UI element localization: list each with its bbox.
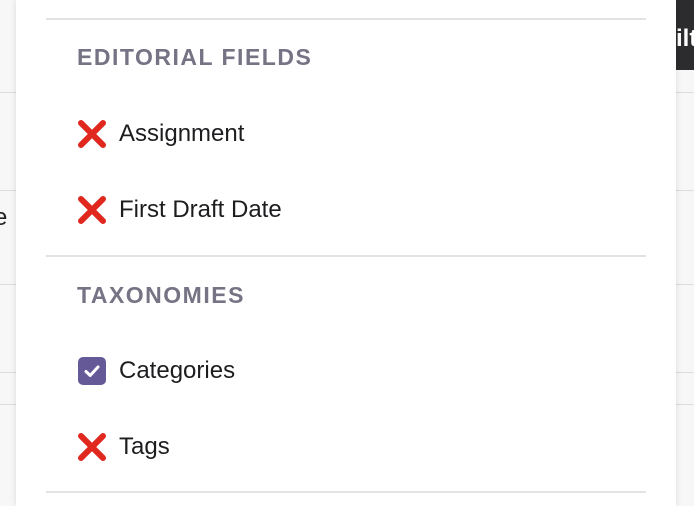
background-right-fragment: ilt xyxy=(676,0,694,506)
background-filter-button-label: ilt xyxy=(676,25,694,52)
red-cross-icon xyxy=(76,431,108,463)
checkbox-checked-icon xyxy=(76,355,108,387)
divider xyxy=(46,18,646,20)
background-filter-button[interactable]: ilt xyxy=(676,0,694,70)
background-text-fragment: e xyxy=(0,204,8,231)
option-label: Categories xyxy=(119,357,236,384)
red-cross-icon xyxy=(76,194,108,226)
option-label: First Draft Date xyxy=(119,196,282,223)
option-categories[interactable]: Categories xyxy=(76,353,235,389)
column-options-panel: EDITORIAL FIELDS Assignment First Draft … xyxy=(16,0,676,506)
section-title-editorial-fields: EDITORIAL FIELDS xyxy=(77,44,313,70)
red-cross-icon xyxy=(76,118,108,150)
section-title-taxonomies: TAXONOMIES xyxy=(77,282,245,308)
divider xyxy=(46,491,646,493)
option-label: Assignment xyxy=(119,120,245,147)
option-assignment[interactable]: Assignment xyxy=(76,116,244,152)
divider xyxy=(46,255,646,257)
option-first-draft-date[interactable]: First Draft Date xyxy=(76,192,282,228)
background-left-fragment: e xyxy=(0,0,16,506)
option-label: Tags xyxy=(119,433,170,460)
option-tags[interactable]: Tags xyxy=(76,429,170,465)
